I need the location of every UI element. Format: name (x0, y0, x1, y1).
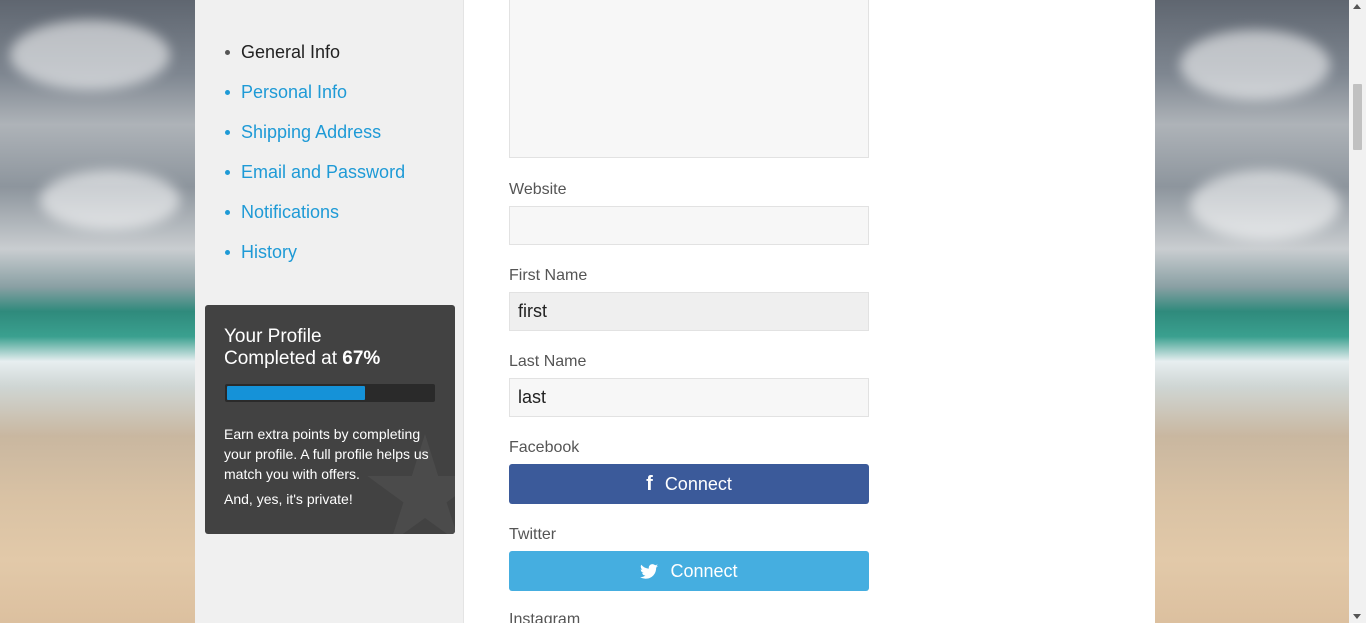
facebook-connect-button[interactable]: f Connect (509, 464, 869, 504)
sidebar-item-shipping-address[interactable]: Shipping Address (225, 120, 405, 160)
sidebar-item-personal-info[interactable]: Personal Info (225, 80, 405, 120)
cloud (10, 20, 170, 90)
scroll-thumb[interactable] (1353, 84, 1362, 150)
sidebar: General Info Personal Info Shipping Addr… (195, 0, 464, 623)
sidebar-item-label[interactable]: Notifications (241, 202, 339, 222)
profile-text-1: Earn extra points by completing your pro… (224, 426, 429, 482)
sidebar-item-label[interactable]: Email and Password (241, 162, 405, 182)
first-name-input[interactable] (509, 292, 869, 331)
twitter-label: Twitter (509, 526, 557, 543)
page-scrollbar[interactable] (1349, 0, 1366, 623)
page-container: General Info Personal Info Shipping Addr… (195, 0, 1155, 623)
facebook-label: Facebook (509, 439, 580, 456)
last-name-label: Last Name (509, 353, 587, 370)
profile-completion-card: Your Profile Completed at 67% Earn extra… (205, 305, 455, 534)
sidebar-item-history[interactable]: History (225, 240, 405, 280)
twitter-connect-button[interactable]: Connect (509, 551, 869, 591)
sidebar-item-label[interactable]: Personal Info (241, 82, 347, 102)
profile-progress-bar (225, 384, 435, 402)
instagram-label: Instagram (509, 611, 581, 623)
profile-description: Earn extra points by completing your pro… (224, 424, 439, 514)
profile-progress-fill (227, 386, 365, 400)
cloud (1190, 170, 1340, 240)
last-name-input[interactable] (509, 378, 869, 417)
twitter-connect-label: Connect (670, 560, 738, 581)
sidebar-item-email-password[interactable]: Email and Password (225, 160, 405, 200)
cloud (1180, 30, 1330, 100)
profile-title-line2: Completed at (224, 348, 338, 369)
bio-textarea[interactable] (509, 0, 869, 158)
sidebar-item-label[interactable]: Shipping Address (241, 122, 381, 142)
scroll-down-arrow-icon[interactable] (1353, 614, 1361, 619)
website-input[interactable] (509, 206, 869, 245)
website-label: Website (509, 181, 567, 198)
sidebar-nav: General Info Personal Info Shipping Addr… (225, 40, 405, 280)
twitter-icon (640, 563, 659, 579)
sidebar-item-general-info[interactable]: General Info (225, 40, 405, 80)
first-name-label: First Name (509, 267, 588, 284)
facebook-connect-label: Connect (664, 473, 732, 494)
profile-text-2: And, yes, it's private! (224, 491, 353, 507)
sidebar-item-label[interactable]: History (241, 242, 297, 262)
profile-percent: 67% (342, 348, 381, 369)
cloud (40, 170, 180, 230)
profile-completion-title: Your Profile Completed at 67% (224, 326, 380, 370)
sidebar-item-notifications[interactable]: Notifications (225, 200, 405, 240)
sidebar-item-label[interactable]: General Info (241, 42, 340, 62)
scroll-up-arrow-icon[interactable] (1353, 4, 1361, 9)
facebook-icon: f (646, 472, 653, 495)
profile-title-line1: Your Profile (224, 326, 322, 347)
